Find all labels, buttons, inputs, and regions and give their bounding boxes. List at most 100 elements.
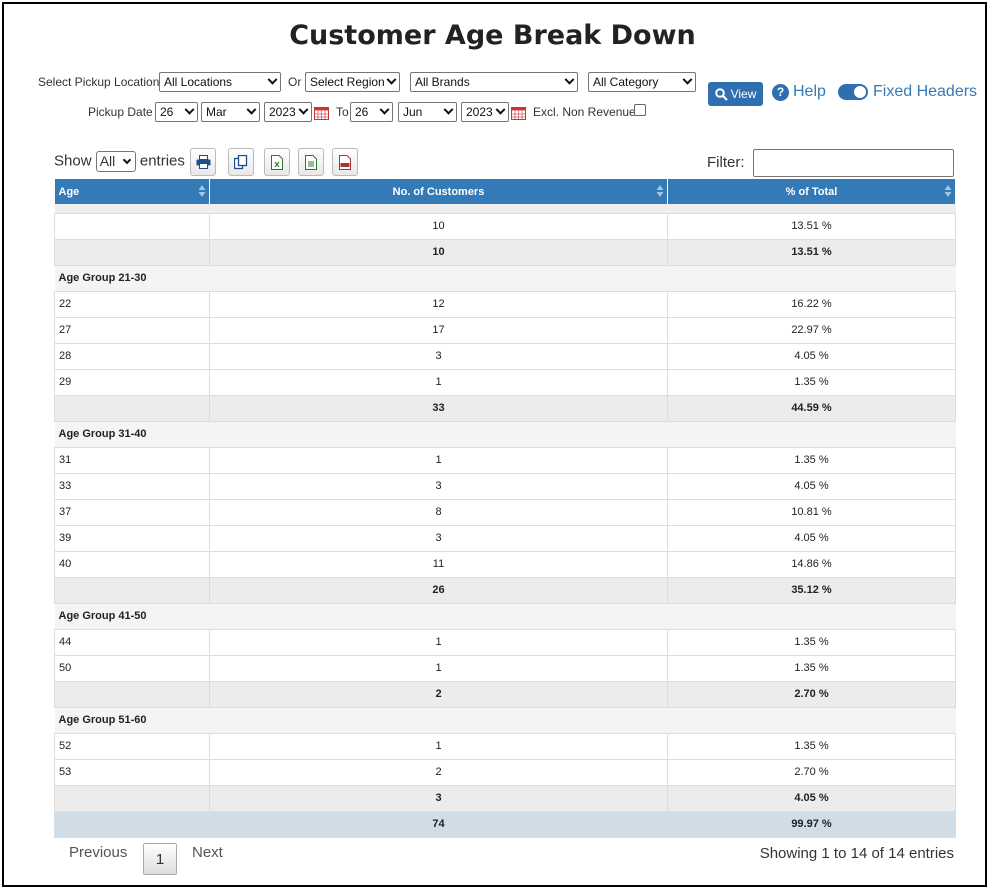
entries-label: entries	[139, 152, 185, 170]
chevron-down-icon	[443, 104, 454, 115]
subtotal-row: 2 2.70 %	[54, 680, 956, 708]
view-button[interactable]: View	[708, 82, 763, 106]
group-header-row: Age Group 31-40	[54, 420, 956, 448]
region-select[interactable]: Select Region	[305, 72, 400, 92]
category-select[interactable]: All Category	[588, 72, 696, 92]
excel-export-button[interactable]: X	[264, 148, 290, 176]
group-spacer-row	[54, 204, 956, 213]
table-row: 50 1 1.35 %	[54, 654, 956, 682]
from-month-select[interactable]: Mar	[201, 102, 260, 122]
grand-total-row: 74 99.97 %	[54, 810, 956, 838]
table-row: 27 17 22.97 %	[54, 316, 956, 344]
print-button[interactable]	[190, 148, 216, 176]
table-row: 33 3 4.05 %	[54, 472, 956, 500]
excel-icon: X	[271, 154, 283, 170]
region-select-value: Select Region	[310, 75, 385, 89]
column-header-percent[interactable]: % of Total	[667, 179, 956, 204]
table-header-row: Age No. of Customers % of Total	[54, 179, 956, 204]
table-row: 29 1 1.35 %	[54, 368, 956, 396]
chevron-down-icon	[379, 104, 390, 115]
svg-text:X: X	[274, 161, 280, 169]
table-row: 31 1 1.35 %	[54, 446, 956, 474]
copy-button[interactable]	[228, 148, 254, 176]
location-select[interactable]: All Locations	[159, 72, 281, 92]
previous-page-button[interactable]: Previous	[69, 844, 127, 861]
page-title: Customer Age Break Down	[289, 20, 696, 51]
to-year-select[interactable]: 2023	[461, 102, 509, 122]
filter-label: Filter:	[707, 154, 745, 171]
chevron-down-icon	[267, 74, 278, 85]
print-icon	[196, 155, 210, 169]
from-year-select[interactable]: 2023	[264, 102, 312, 122]
age-breakdown-table: Age No. of Customers % of Total 10 13.51 …	[54, 179, 956, 838]
to-label: To	[336, 105, 349, 119]
pickup-date-label: Pickup Date	[88, 105, 153, 119]
chevron-down-icon	[298, 104, 309, 115]
chevron-down-icon	[122, 155, 131, 165]
brand-select-value: All Brands	[415, 75, 470, 89]
subtotal-row: 3 4.05 %	[54, 784, 956, 812]
to-month-value: Jun	[403, 105, 423, 119]
entries-select-value: All	[99, 153, 116, 169]
calendar-icon[interactable]	[314, 106, 329, 120]
or-label: Or	[288, 75, 302, 89]
table-info: Showing 1 to 14 of 14 entries	[759, 845, 954, 862]
column-header-age[interactable]: Age	[54, 179, 210, 204]
next-page-button[interactable]: Next	[192, 844, 223, 861]
table-row: 28 3 4.05 %	[54, 342, 956, 370]
table-row: 53 2 2.70 %	[54, 758, 956, 786]
table-row: 52 1 1.35 %	[54, 732, 956, 760]
from-day-value: 26	[160, 105, 174, 119]
table-row: 37 8 10.81 %	[54, 498, 956, 526]
location-select-value: All Locations	[164, 75, 233, 89]
subtotal-row: 26 35.12 %	[54, 576, 956, 604]
subtotal-row: 33 44.59 %	[54, 394, 956, 422]
help-link[interactable]: ? Help	[772, 83, 826, 101]
chevron-down-icon	[564, 74, 575, 85]
sort-icon	[944, 185, 952, 197]
subtotal-row: 10 13.51 %	[54, 238, 956, 266]
excl-non-revenue-label: Excl. Non Revenue	[533, 105, 636, 119]
to-day-select[interactable]: 26	[350, 102, 393, 122]
excl-non-revenue-checkbox[interactable]	[634, 104, 646, 116]
fixed-headers-toggle[interactable]: Fixed Headers	[838, 83, 977, 101]
chevron-down-icon	[184, 104, 195, 115]
column-header-customers[interactable]: No. of Customers	[209, 179, 668, 204]
from-day-select[interactable]: 26	[155, 102, 198, 122]
from-year-value: 2023	[269, 105, 296, 119]
calendar-icon[interactable]	[511, 106, 526, 120]
table-row: 44 1 1.35 %	[54, 628, 956, 656]
csv-icon	[305, 154, 317, 170]
pdf-export-button[interactable]	[332, 148, 358, 176]
brand-select[interactable]: All Brands	[410, 72, 578, 92]
group-header-row: Age Group 41-50	[54, 602, 956, 630]
filter-input[interactable]	[753, 149, 954, 177]
copy-icon	[234, 154, 248, 169]
sort-icon	[198, 185, 206, 197]
chevron-down-icon	[682, 74, 693, 85]
group-header-row: Age Group 51-60	[54, 706, 956, 734]
help-label: Help	[793, 83, 826, 100]
to-year-value: 2023	[466, 105, 493, 119]
search-icon	[714, 87, 728, 101]
csv-export-button[interactable]	[298, 148, 324, 176]
view-button-label: View	[730, 87, 757, 101]
show-label: Show	[54, 152, 92, 170]
fixed-headers-label: Fixed Headers	[873, 83, 978, 100]
entries-length-control: Show All entries	[54, 151, 185, 172]
to-month-select[interactable]: Jun	[398, 102, 457, 122]
entries-select[interactable]: All	[95, 151, 136, 172]
from-month-value: Mar	[206, 105, 227, 119]
toggle-switch-icon	[838, 84, 868, 100]
chevron-down-icon	[386, 74, 397, 85]
page-button-1[interactable]: 1	[143, 843, 177, 875]
group-header-row: Age Group 21-30	[54, 264, 956, 292]
sort-icon	[656, 185, 664, 197]
to-day-value: 26	[355, 105, 369, 119]
chevron-down-icon	[495, 104, 506, 115]
category-select-value: All Category	[593, 75, 659, 89]
table-row: 22 12 16.22 %	[54, 290, 956, 318]
table-row: 10 13.51 %	[54, 212, 956, 240]
table-row: 39 3 4.05 %	[54, 524, 956, 552]
question-icon: ?	[772, 83, 789, 101]
